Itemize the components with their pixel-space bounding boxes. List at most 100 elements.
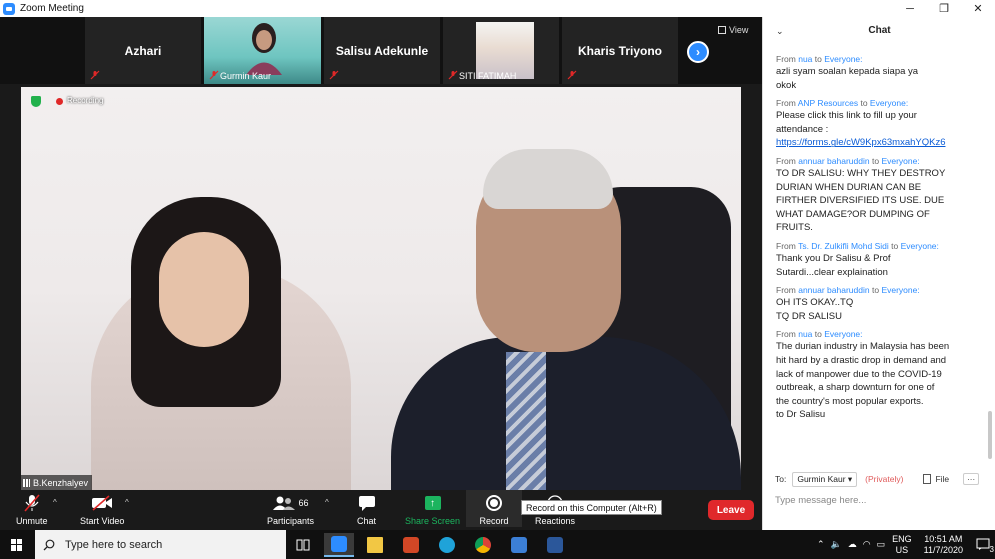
video-off-icon (92, 495, 113, 511)
chat-message-input[interactable] (775, 492, 985, 508)
chat-button[interactable]: Chat (357, 493, 376, 526)
window-title: Zoom Meeting (20, 3, 84, 14)
more-options-icon[interactable]: ··· (963, 473, 980, 485)
chat-panel: ⌄ Chat From nua to Everyone: azli syam s… (762, 17, 995, 530)
file-explorer-icon[interactable] (360, 533, 390, 557)
speaker-name: B.Kenzhalyev (33, 478, 89, 488)
unmute-label: Unmute (16, 516, 48, 526)
taskbar-search[interactable] (35, 530, 286, 559)
notification-count: 3 (989, 544, 994, 554)
close-button[interactable]: ✕ (961, 0, 995, 17)
signal-bars-icon (23, 479, 30, 487)
message-text: Please click this link to fill up your a… (776, 110, 917, 135)
attendance-link[interactable]: https://forms.gle/cW9Kpx63mxahYQKz6 (776, 136, 976, 150)
meeting-area: Azhari Gurmin Kaur Salisu Adekunle SITI … (0, 17, 762, 530)
audio-options-caret-icon[interactable]: ^ (53, 498, 57, 507)
zoom-taskbar-icon[interactable] (324, 533, 354, 557)
participant-tile[interactable]: Kharis Triyono (562, 17, 678, 84)
recording-dot-icon (56, 98, 63, 105)
view-label: View (729, 25, 749, 35)
chat-message: From nua to Everyone: The durian industr… (776, 328, 976, 422)
muted-mic-icon (90, 70, 100, 80)
chat-message: From ANP Resources to Everyone: Please c… (776, 97, 976, 150)
maximize-button[interactable]: ❐ (927, 0, 961, 17)
language-indicator[interactable]: ENG US (892, 534, 912, 556)
muted-mic-icon (209, 70, 219, 80)
start-video-label: Start Video (80, 516, 125, 526)
chat-recipient-row: To: Gurmin Kaur ▾ (Privately) File ··· (775, 471, 990, 487)
participant-tile[interactable]: Salisu Adekunle (324, 17, 440, 84)
chat-message: From annuar baharuddin to Everyone: TO D… (776, 155, 976, 235)
show-hidden-icons-chevron-icon[interactable]: ⌃ (817, 539, 825, 550)
message-text: Thank you Dr Salisu & Prof Sutardi...cle… (776, 252, 891, 278)
record-tooltip: Record on this Computer (Alt+R) (521, 500, 662, 515)
leave-button[interactable]: Leave (708, 500, 754, 520)
chat-message: From annuar baharuddin to Everyone: OH I… (776, 284, 976, 323)
message-meta: From ANP Resources to Everyone: (776, 98, 909, 109)
muted-mic-icon (329, 70, 339, 80)
muted-mic-icon (448, 70, 458, 80)
task-view-icon[interactable] (288, 533, 318, 557)
muted-mic-icon (24, 494, 40, 512)
speaker-name-tag: B.Kenzhalyev (21, 475, 93, 490)
zoom-app-icon (3, 2, 15, 15)
participant-name: Azhari (124, 44, 162, 58)
share-screen-label: Share Screen (405, 516, 461, 526)
security-shield-icon[interactable] (31, 96, 41, 107)
record-button[interactable]: Record (466, 490, 522, 527)
message-text: TO DR SALISU: WHY THEY DESTROY DURIAN WH… (776, 167, 946, 234)
battery-icon[interactable]: ▭ (877, 539, 886, 550)
reactions-label: Reactions (535, 516, 576, 526)
message-text: OH ITS OKAY..TQ TQ DR SALISU (776, 297, 854, 322)
chat-message: From nua to Everyone: azli syam soalan k… (776, 53, 976, 92)
message-text: The durian industry in Malaysia has been… (776, 341, 950, 421)
participant-name: Salisu Adekunle (335, 44, 429, 58)
active-speaker-video: Recording B.Kenzhalyev (21, 87, 741, 490)
start-video-button[interactable]: Start Video (80, 493, 124, 526)
volume-icon[interactable]: 🔈 (831, 539, 842, 550)
share-screen-button[interactable]: ↑ Share Screen (405, 493, 460, 526)
view-button[interactable]: View (718, 25, 748, 35)
privately-label: (Privately) (865, 474, 904, 484)
video-content (159, 232, 249, 347)
powerpoint-icon[interactable] (396, 533, 426, 557)
wifi-icon[interactable]: ◠ (863, 539, 871, 550)
taskbar-search-input[interactable] (63, 537, 263, 552)
chat-title: Chat (868, 25, 891, 36)
participant-video-image (246, 23, 282, 75)
participant-tile[interactable]: Azhari (85, 17, 201, 84)
chat-bubble-icon (358, 496, 375, 511)
muted-mic-icon (567, 70, 577, 80)
participant-video-tile[interactable]: SITI FATIMAH (443, 17, 559, 84)
video-options-caret-icon[interactable]: ^ (125, 498, 129, 507)
participant-strip: Azhari Gurmin Kaur Salisu Adekunle SITI … (0, 17, 762, 84)
file-icon (923, 474, 932, 484)
message-meta: From nua to Everyone: (776, 54, 863, 64)
notification-center-icon[interactable]: 3 (971, 535, 995, 555)
message-meta: From Ts. Dr. Zulkifli Mohd Sidi to Every… (776, 240, 939, 251)
participants-options-caret-icon[interactable]: ^ (325, 498, 329, 507)
photo-app-icon[interactable] (504, 533, 534, 557)
next-page-arrow-icon[interactable]: › (687, 41, 709, 63)
onedrive-cloud-icon[interactable]: ☁ (848, 539, 857, 550)
edge-browser-icon[interactable] (432, 533, 462, 557)
chat-message: From Ts. Dr. Zulkifli Mohd Sidi to Every… (776, 240, 976, 279)
message-meta: From nua to Everyone: (776, 329, 863, 340)
window-titlebar: Zoom Meeting ─ ❐ ✕ (0, 0, 995, 17)
record-icon (486, 495, 502, 511)
clock[interactable]: 10:51 AM 11/7/2020 (924, 534, 963, 556)
chat-scrollbar[interactable] (988, 411, 992, 459)
minimize-button[interactable]: ─ (893, 0, 927, 17)
file-button[interactable]: File (923, 474, 949, 484)
recipient-dropdown[interactable]: Gurmin Kaur ▾ (792, 471, 858, 487)
windows-taskbar: ⌃ 🔈 ☁ ◠ ▭ ENG US 10:51 AM 11/7/2020 3 (0, 530, 995, 559)
unmute-button[interactable]: Unmute (16, 493, 48, 526)
start-button[interactable] (0, 530, 34, 559)
participants-button[interactable]: 66 Participants (267, 493, 314, 526)
word-icon[interactable] (540, 533, 570, 557)
participant-name: Gurmin Kaur (220, 71, 272, 81)
chrome-browser-icon[interactable] (468, 533, 498, 557)
message-meta: From annuar baharuddin to Everyone: (776, 155, 920, 166)
participant-video-tile[interactable]: Gurmin Kaur (204, 17, 321, 84)
participants-icon (272, 496, 295, 510)
